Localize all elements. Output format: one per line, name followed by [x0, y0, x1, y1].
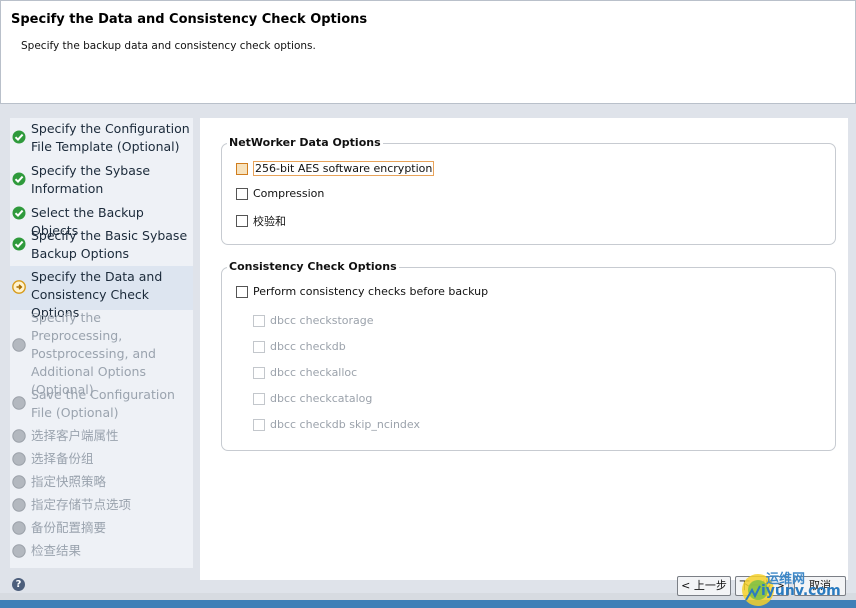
page-title: Specify the Data and Consistency Check O…	[11, 12, 368, 27]
dbcc-checkdb-label: dbcc checkdb	[270, 340, 346, 353]
dbcc-checkdb-checkbox[interactable]	[253, 340, 265, 353]
dbcc-checkdb-skip-label: dbcc checkdb skip_ncindex	[270, 418, 420, 431]
consistency-check-options-group: Consistency Check Options Perform consis…	[221, 260, 836, 451]
pending-circle-icon	[12, 521, 26, 535]
checksum-label: 校验和	[253, 215, 286, 228]
watermark-url: iyunv.com	[761, 583, 841, 599]
dbcc-checkcatalog-label: dbcc checkcatalog	[270, 392, 373, 405]
step-client-properties[interactable]: 选择客户端属性	[10, 427, 193, 447]
step-check-results[interactable]: 检查结果	[10, 542, 193, 562]
dbcc-checkcatalog-option[interactable]: dbcc checkcatalog	[253, 392, 372, 405]
dbcc-checkdb-skip-checkbox[interactable]	[253, 418, 265, 431]
consistency-group-title: Consistency Check Options	[227, 260, 399, 273]
back-button[interactable]: < 上一步	[677, 576, 731, 596]
aes-encryption-option[interactable]: 256-bit AES software encryption	[236, 161, 435, 176]
perform-consistency-label: Perform consistency checks before backup	[253, 285, 489, 298]
perform-consistency-checkbox[interactable]	[236, 285, 248, 298]
pending-circle-icon	[12, 396, 26, 410]
step-preprocessing-options[interactable]: Specify the Preprocessing, Postprocessin…	[10, 309, 193, 397]
step-label: 指定快照策略	[31, 474, 107, 489]
pending-circle-icon	[12, 544, 26, 558]
step-sybase-information[interactable]: Specify the Sybase Information	[10, 162, 193, 200]
compression-option[interactable]: Compression	[236, 187, 324, 200]
dbcc-checkdb-option[interactable]: dbcc checkdb	[253, 340, 346, 353]
check-circle-icon	[12, 172, 26, 186]
dbcc-checkalloc-label: dbcc checkalloc	[270, 366, 358, 379]
pending-circle-icon	[12, 338, 26, 352]
options-panel: NetWorker Data Options 256-bit AES softw…	[200, 118, 848, 580]
step-label: Specify the Sybase Information	[31, 163, 151, 196]
check-circle-icon	[12, 206, 26, 220]
page-header: Specify the Data and Consistency Check O…	[0, 0, 856, 104]
step-label: 指定存储节点选项	[31, 497, 132, 512]
step-save-configuration[interactable]: Save the Configuration File (Optional)	[10, 386, 193, 424]
compression-label: Compression	[253, 187, 325, 200]
step-backup-summary[interactable]: 备份配置摘要	[10, 519, 193, 539]
current-step-arrow-icon	[12, 280, 26, 294]
pending-circle-icon	[12, 498, 26, 512]
step-label: 备份配置摘要	[31, 520, 107, 535]
pending-circle-icon	[12, 475, 26, 489]
step-snapshot-policy[interactable]: 指定快照策略	[10, 473, 193, 493]
step-label: 选择备份组	[31, 451, 94, 466]
step-label: Save the Configuration File (Optional)	[31, 387, 175, 420]
check-circle-icon	[12, 130, 26, 144]
perform-consistency-option[interactable]: Perform consistency checks before backup	[236, 285, 488, 298]
pending-circle-icon	[12, 452, 26, 466]
dbcc-checkstorage-option[interactable]: dbcc checkstorage	[253, 314, 374, 327]
dbcc-checkdb-skip-option[interactable]: dbcc checkdb skip_ncindex	[253, 418, 420, 431]
dbcc-checkstorage-checkbox[interactable]	[253, 314, 265, 327]
networker-group-title: NetWorker Data Options	[227, 136, 383, 149]
page-subtitle: Specify the backup data and consistency …	[21, 40, 316, 52]
step-label: Specify the Configuration File Template …	[31, 121, 190, 154]
dbcc-checkcatalog-checkbox[interactable]	[253, 392, 265, 405]
checksum-option[interactable]: 校验和	[236, 213, 286, 229]
step-backup-objects[interactable]: Select the Backup Objects	[10, 204, 193, 238]
step-basic-sybase-options[interactable]: Specify the Basic Sybase Backup Options	[10, 227, 193, 265]
networker-data-options-group: NetWorker Data Options 256-bit AES softw…	[221, 136, 836, 245]
step-data-consistency-options[interactable]: Specify the Data and Consistency Check O…	[10, 266, 193, 320]
step-label: 检查结果	[31, 543, 82, 558]
step-label: Specify the Basic Sybase Backup Options	[31, 228, 188, 261]
compression-checkbox[interactable]	[236, 187, 248, 200]
wizard-steps-sidebar: Specify the Configuration File Template …	[10, 118, 193, 568]
aes-encryption-checkbox[interactable]	[236, 162, 248, 175]
step-backup-group[interactable]: 选择备份组	[10, 450, 193, 470]
window-bottom-edge	[0, 600, 856, 608]
help-icon[interactable]: ?	[12, 578, 25, 591]
pending-circle-icon	[12, 429, 26, 443]
dbcc-checkalloc-checkbox[interactable]	[253, 366, 265, 379]
dbcc-checkalloc-option[interactable]: dbcc checkalloc	[253, 366, 357, 379]
dbcc-checkstorage-label: dbcc checkstorage	[270, 314, 374, 327]
aes-encryption-label: 256-bit AES software encryption	[253, 161, 435, 176]
step-configuration-template[interactable]: Specify the Configuration File Template …	[10, 120, 193, 158]
check-circle-icon	[12, 237, 26, 251]
step-label: 选择客户端属性	[31, 428, 119, 443]
step-storage-node-options[interactable]: 指定存储节点选项	[10, 496, 193, 516]
checksum-checkbox[interactable]	[236, 215, 248, 227]
